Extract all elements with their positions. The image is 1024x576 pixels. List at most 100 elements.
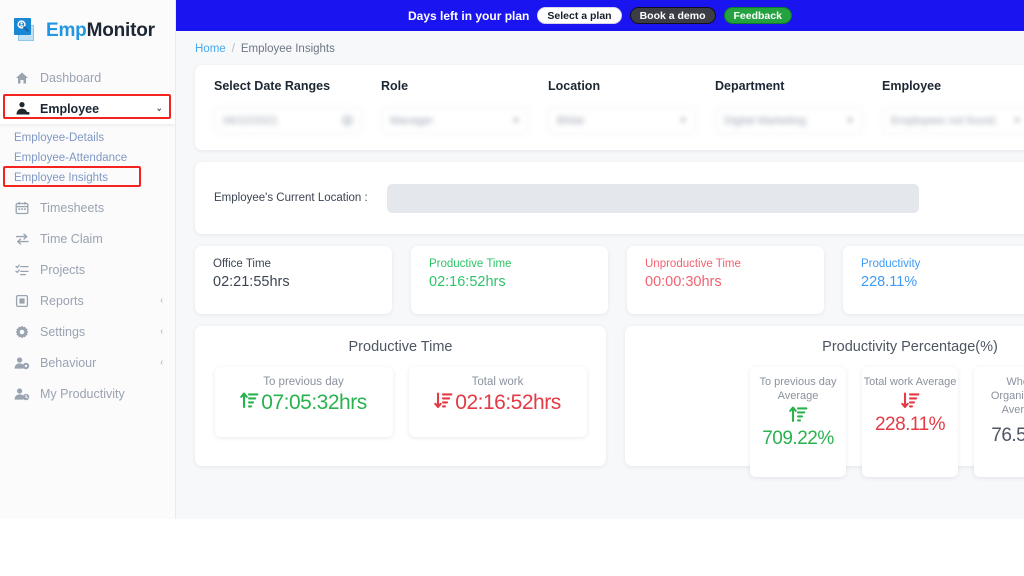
filter-label: Employee bbox=[882, 79, 942, 93]
promo-message: Days left in your plan bbox=[408, 8, 530, 23]
brand-name-part2: Monitor bbox=[86, 19, 155, 41]
breadcrumb-separator: / bbox=[231, 43, 235, 55]
sidebar-item-label: Dashboard bbox=[40, 70, 102, 85]
user-tie-icon bbox=[14, 101, 30, 117]
sidebar-subitem-employee-details[interactable]: Employee-Details bbox=[0, 128, 175, 148]
stat-title: Productive Time bbox=[429, 258, 512, 270]
tile-value: 76.54% bbox=[991, 425, 1024, 446]
sidebar-item-label: Settings bbox=[40, 324, 86, 339]
app-window: EmpMonitor Dashboard Employee ⌄ Employee… bbox=[0, 0, 1024, 576]
chevron-left-icon[interactable]: ‹ bbox=[160, 295, 163, 306]
date-range-input[interactable]: 06/10/2021 ✕ bbox=[214, 107, 362, 134]
feedback-button[interactable]: Feedback bbox=[723, 7, 792, 24]
breadcrumb-current: Employee Insights bbox=[240, 43, 335, 55]
chevron-left-icon[interactable]: ‹ bbox=[160, 357, 163, 368]
tile-value: 07:05:32hrs bbox=[261, 390, 367, 414]
sidebar-item-label: My Productivity bbox=[40, 386, 125, 401]
stat-value: 02:16:52hrs bbox=[429, 274, 506, 290]
sidebar-item-label: Timesheets bbox=[40, 200, 105, 215]
filter-label: Location bbox=[548, 79, 601, 93]
tile-total-work: Total work 02:16:52hrs bbox=[408, 367, 587, 437]
sort-ascending-icon bbox=[240, 390, 259, 415]
current-location-field[interactable] bbox=[386, 183, 919, 213]
sidebar-item-label: Behaviour bbox=[40, 355, 97, 370]
caret-down-icon[interactable]: ▼ bbox=[846, 116, 854, 125]
tile-total-work-average: Total work Average 228.11% bbox=[862, 367, 958, 477]
breadcrumb: Home / Employee Insights bbox=[176, 31, 1024, 65]
filters-card: Select Date Ranges 06/10/2021 ✕ Role Man… bbox=[195, 65, 1024, 150]
sidebar-item-employee[interactable]: Employee ⌄ bbox=[0, 93, 175, 124]
stat-unproductive-time: Unproductive Time 00:00:30hrs bbox=[627, 246, 824, 314]
tile-caption: Total work Average bbox=[863, 376, 957, 388]
stat-productive-time: Productive Time 02:16:52hrs bbox=[411, 246, 608, 314]
select-a-plan-button[interactable]: Select a plan bbox=[537, 7, 622, 24]
filter-location: Location Bhilai ▼ bbox=[548, 79, 715, 134]
filter-value: Employees not found. bbox=[891, 114, 998, 127]
sidebar-item-time-claim[interactable]: Time Claim bbox=[0, 223, 175, 254]
brand-name: EmpMonitor bbox=[46, 21, 155, 40]
gear-icon bbox=[14, 324, 30, 340]
current-location-card: Employee's Current Location : bbox=[195, 162, 1024, 234]
sidebar-subnav-employee: Employee-Details Employee-Attendance Emp… bbox=[0, 124, 175, 192]
current-location-label: Employee's Current Location : bbox=[214, 192, 368, 204]
filter-value: 06/10/2021 bbox=[223, 114, 279, 127]
location-select[interactable]: Bhilai ▼ bbox=[548, 107, 696, 134]
tile-caption: Whole Organisation Average bbox=[990, 376, 1024, 416]
sidebar-item-projects[interactable]: Projects bbox=[0, 254, 175, 285]
stat-value: 02:21:55hrs bbox=[213, 274, 290, 290]
department-select[interactable]: Digital Marketing ▼ bbox=[715, 107, 863, 134]
sidebar-subitem-employee-attendance[interactable]: Employee-Attendance bbox=[0, 148, 175, 168]
brand-name-part1: Emp bbox=[46, 19, 87, 41]
sidebar-item-reports[interactable]: Reports ‹ bbox=[0, 285, 175, 316]
tile-whole-organisation-average: Whole Organisation Average 76.54% bbox=[974, 367, 1024, 477]
list-icon bbox=[14, 262, 30, 278]
main-content: Days left in your plan Select a plan Boo… bbox=[176, 0, 1024, 519]
caret-down-icon[interactable]: ▼ bbox=[1013, 116, 1021, 125]
chevron-down-icon[interactable]: ⌄ bbox=[155, 103, 162, 114]
filter-department: Department Digital Marketing ▼ bbox=[715, 79, 882, 134]
chevron-left-icon[interactable]: ‹ bbox=[160, 326, 163, 337]
sidebar-item-label: Reports bbox=[40, 293, 84, 308]
sidebar-item-label: Projects bbox=[40, 262, 86, 277]
transfer-arrows-icon bbox=[14, 231, 30, 247]
sidebar-item-timesheets[interactable]: Timesheets bbox=[0, 192, 175, 223]
caret-down-icon[interactable]: ▼ bbox=[679, 116, 687, 125]
panel-body: To previous day 07:05:32hrs Total work 0… bbox=[195, 367, 606, 437]
tile-value: 02:16:52hrs bbox=[455, 390, 561, 414]
clear-circle-icon[interactable]: ✕ bbox=[342, 115, 353, 126]
tile-caption: Total work bbox=[471, 376, 524, 388]
breadcrumb-home-link[interactable]: Home bbox=[195, 43, 226, 55]
user-clock-icon bbox=[14, 386, 30, 402]
user-gear-icon bbox=[14, 355, 30, 371]
stat-title: Unproductive Time bbox=[645, 258, 741, 270]
stat-value: 228.11% bbox=[861, 274, 918, 290]
role-select[interactable]: Manager ▼ bbox=[381, 107, 529, 134]
detail-panels: Productive Time To previous day 07:05:32… bbox=[195, 326, 1024, 477]
sidebar-item-settings[interactable]: Settings ‹ bbox=[0, 316, 175, 347]
filter-date-ranges: Select Date Ranges 06/10/2021 ✕ bbox=[214, 79, 381, 134]
promo-banner: Days left in your plan Select a plan Boo… bbox=[176, 0, 1024, 31]
tile-previous-day: To previous day 07:05:32hrs bbox=[214, 367, 393, 437]
sidebar-subitem-employee-insights[interactable]: Employee Insights bbox=[0, 168, 175, 188]
brand-logo-area[interactable]: EmpMonitor bbox=[0, 0, 175, 56]
sidebar-item-behaviour[interactable]: Behaviour ‹ bbox=[0, 347, 175, 378]
stat-productivity: Productivity 228.11% bbox=[843, 246, 1024, 314]
filter-value: Bhilai bbox=[557, 114, 584, 127]
book-a-demo-button[interactable]: Book a demo bbox=[629, 7, 716, 24]
caret-down-icon[interactable]: ▼ bbox=[512, 116, 520, 125]
filter-label: Role bbox=[381, 79, 409, 93]
tile-value: 228.11% bbox=[874, 414, 946, 435]
panel-body: To previous day Average 709.22% Total wo… bbox=[625, 367, 1024, 477]
sidebar-item-dashboard[interactable]: Dashboard bbox=[0, 62, 175, 93]
filter-row: Select Date Ranges 06/10/2021 ✕ Role Man… bbox=[195, 79, 1024, 134]
calendar-icon bbox=[14, 200, 30, 216]
filter-value: Manager bbox=[390, 114, 434, 127]
summary-stats: Office Time 02:21:55hrs Productive Time … bbox=[195, 246, 1024, 314]
tile-value: 709.22% bbox=[762, 428, 834, 449]
sidebar-item-label: Employee bbox=[40, 101, 100, 116]
employee-select[interactable]: Employees not found. ▼ bbox=[882, 107, 1024, 134]
sidebar-item-my-productivity[interactable]: My Productivity bbox=[0, 378, 175, 409]
tile-caption: To previous day Average bbox=[759, 376, 837, 402]
panel-title: Productive Time bbox=[348, 339, 453, 355]
home-icon bbox=[14, 70, 30, 86]
